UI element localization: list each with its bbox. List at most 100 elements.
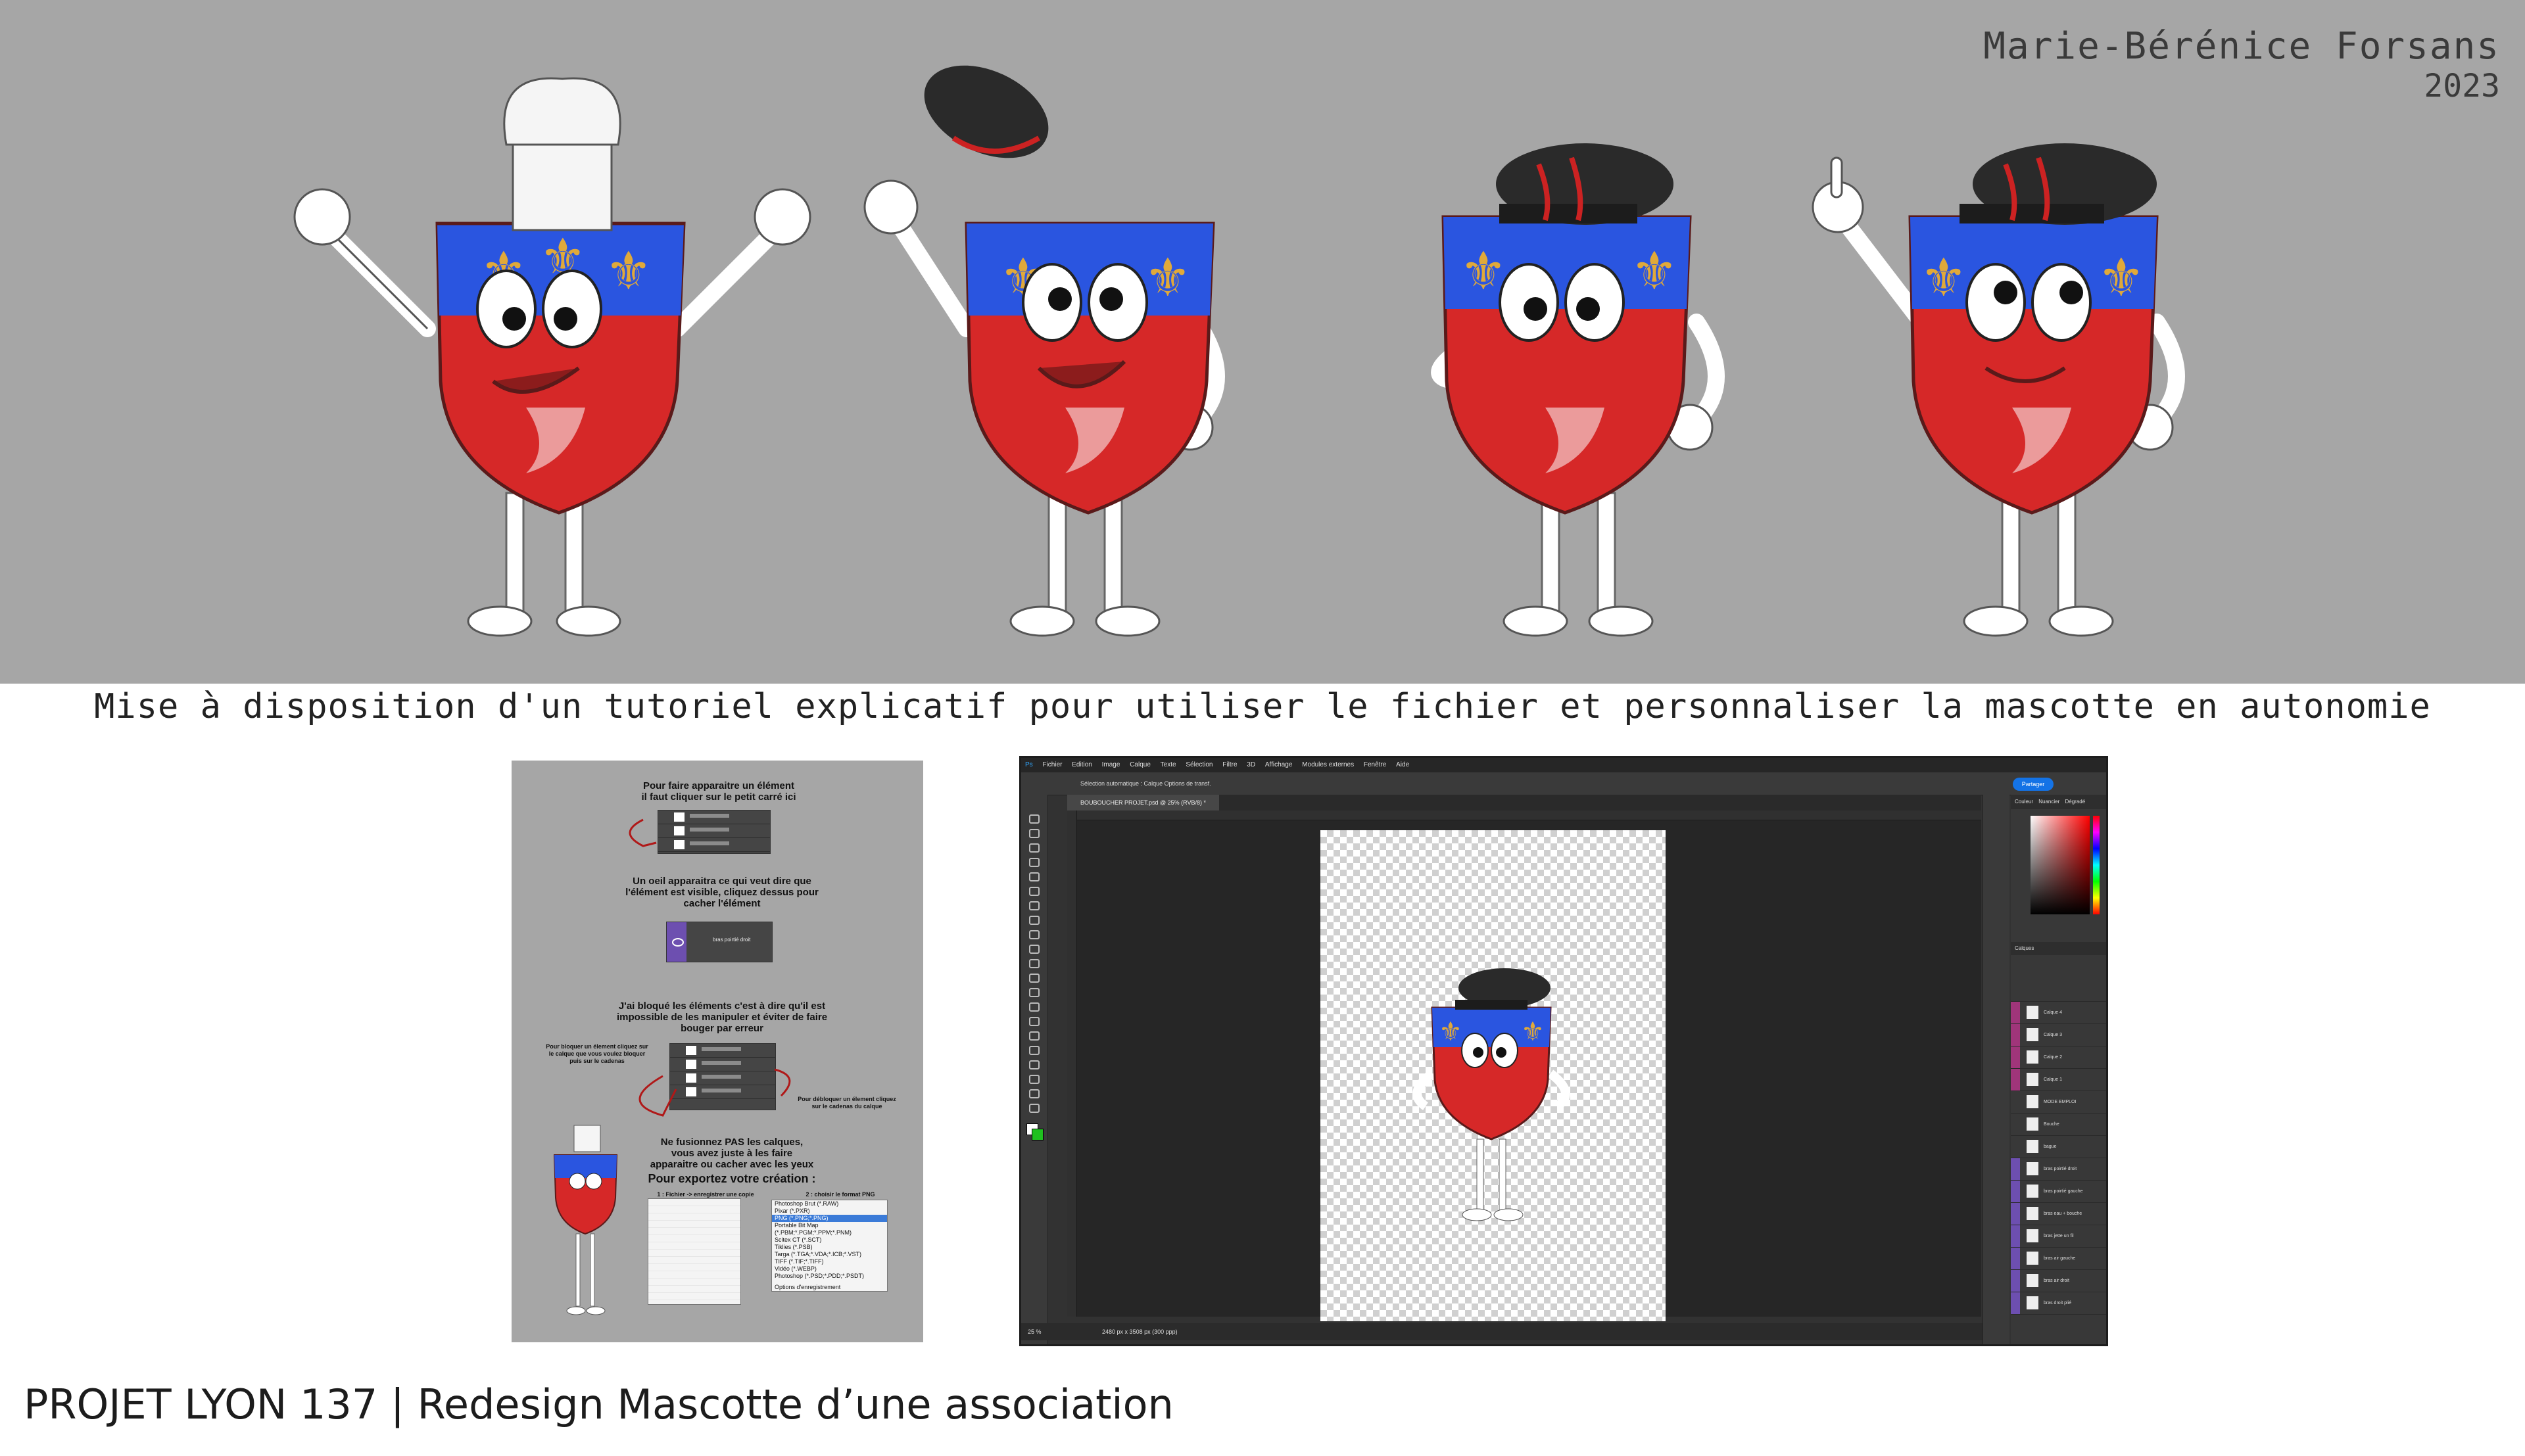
layer-row[interactable]: bras poirtié droit bbox=[2011, 1158, 2106, 1181]
layer-thumbnail bbox=[2027, 1117, 2038, 1131]
menu-image[interactable]: Image bbox=[1098, 761, 1124, 768]
color-panel-tabs: Couleur Nuancier Dégradé bbox=[2011, 795, 2106, 809]
layer-thumbnail bbox=[2027, 1252, 2038, 1265]
ps-panel-icon-strip bbox=[1983, 795, 2009, 1344]
shape-tool-icon[interactable] bbox=[1029, 1075, 1040, 1084]
layer-row[interactable]: bras eau + bouche bbox=[2011, 1203, 2106, 1225]
frame-tool-icon[interactable] bbox=[1029, 887, 1040, 896]
menu-view[interactable]: Affichage bbox=[1261, 761, 1297, 768]
tuto-no-merge-text: Ne fusionnez PAS les calques, vous avez … bbox=[650, 1137, 814, 1170]
hue-slider[interactable] bbox=[2093, 816, 2100, 914]
layer-thumbnail bbox=[2027, 1229, 2038, 1242]
layer-name: bras droit plié bbox=[2044, 1301, 2072, 1305]
gradient-tool-icon[interactable] bbox=[1029, 988, 1040, 997]
mascot-pose-beret-toss: ⚜ ⚜ bbox=[863, 65, 1225, 637]
layer-row[interactable]: bras air droit bbox=[2011, 1270, 2106, 1292]
heal-tool-icon[interactable] bbox=[1029, 916, 1040, 925]
document-tab[interactable]: BOUBOUCHER PROJET.psd @ 25% (RVB/8) * bbox=[1067, 795, 1220, 810]
layer-row[interactable]: MODE EMPLOI bbox=[2011, 1091, 2106, 1114]
ps-document-tabs: BOUBOUCHER PROJET.psd @ 25% (RVB/8) * bbox=[1067, 795, 1981, 810]
menu-3d[interactable]: 3D bbox=[1243, 761, 1259, 768]
hand-tool-icon[interactable] bbox=[1029, 1089, 1040, 1098]
type-tool-icon[interactable] bbox=[1029, 1046, 1040, 1055]
menu-edit[interactable]: Edition bbox=[1068, 761, 1096, 768]
ps-document-canvas[interactable]: ⚜ ⚜ bbox=[1320, 830, 1666, 1321]
dodge-tool-icon[interactable] bbox=[1029, 1017, 1040, 1026]
select-tool-icon[interactable] bbox=[1029, 858, 1040, 867]
tab-gradients[interactable]: Dégradé bbox=[2065, 799, 2086, 805]
brush-tool-icon[interactable] bbox=[1029, 930, 1040, 939]
menu-window[interactable]: Fenêtre bbox=[1360, 761, 1390, 768]
layers-panel-title: Calques bbox=[2011, 942, 2106, 955]
color-field[interactable] bbox=[2031, 816, 2090, 914]
path-select-icon[interactable] bbox=[1029, 1060, 1040, 1069]
menu-help[interactable]: Aide bbox=[1392, 761, 1413, 768]
layer-row[interactable]: Bouche bbox=[2011, 1114, 2106, 1136]
layer-row[interactable]: Calque 4 bbox=[2011, 1002, 2106, 1024]
layer-row[interactable]: Calque 1 bbox=[2011, 1069, 2106, 1091]
pen-tool-icon[interactable] bbox=[1029, 1031, 1040, 1041]
menu-layer[interactable]: Calque bbox=[1126, 761, 1155, 768]
layer-name: bague bbox=[2044, 1144, 2057, 1149]
marquee-tool-icon[interactable] bbox=[1029, 829, 1040, 838]
share-button[interactable]: Partager bbox=[2013, 778, 2054, 791]
layer-thumbnail bbox=[2027, 1274, 2038, 1287]
layer-color-tag bbox=[2011, 1225, 2020, 1247]
tab-swatches[interactable]: Nuancier bbox=[2038, 799, 2059, 805]
svg-text:⚜: ⚜ bbox=[2098, 248, 2145, 307]
layer-color-tag bbox=[2011, 1024, 2020, 1046]
layer-row[interactable]: bras droit plié bbox=[2011, 1292, 2106, 1315]
lasso-tool-icon[interactable] bbox=[1029, 843, 1040, 853]
layer-name: Bouche bbox=[2044, 1122, 2059, 1127]
layer-thumbnail bbox=[2027, 1140, 2038, 1153]
format-option: Photoshop Brut (*.RAW) bbox=[775, 1200, 839, 1207]
tuto-export-title: Pour exportez votre création : bbox=[648, 1172, 816, 1185]
move-tool-icon[interactable] bbox=[1029, 814, 1040, 824]
format-dropdown: Photoshop Brut (*.RAW) Pixar (*.PXR) PNG… bbox=[771, 1200, 888, 1292]
format-option: Targa (*.TGA;*.VDA;*.ICB;*.VST) bbox=[775, 1251, 862, 1257]
format-option: Vidéo (*.WEBP) bbox=[775, 1265, 817, 1272]
document-info: 2480 px x 3508 px (300 ppp) bbox=[1102, 1328, 1178, 1335]
layer-color-tag bbox=[2011, 1181, 2020, 1202]
history-brush-icon[interactable] bbox=[1029, 959, 1040, 968]
background-color-swatch[interactable] bbox=[1032, 1129, 1044, 1140]
layer-color-tag bbox=[2011, 1248, 2020, 1269]
menu-select[interactable]: Sélection bbox=[1182, 761, 1216, 768]
project-title: PROJET LYON 137 | Redesign Mascotte d’un… bbox=[24, 1380, 1174, 1428]
layer-row[interactable]: bras jette un fil bbox=[2011, 1225, 2106, 1248]
eraser-tool-icon[interactable] bbox=[1029, 974, 1040, 983]
svg-text:⚜: ⚜ bbox=[1521, 1018, 1545, 1046]
mascot-thumbnail bbox=[553, 1125, 618, 1315]
layer-name: bras poirtié droit bbox=[2044, 1167, 2077, 1171]
svg-text:⚜: ⚜ bbox=[1439, 1018, 1462, 1046]
layers-panel: Calques Calque 4 Calque 3 Calque 2 Calque 1… bbox=[2011, 942, 2106, 1336]
eyedropper-tool-icon[interactable] bbox=[1029, 901, 1040, 910]
layer-row[interactable]: bras air gauche bbox=[2011, 1248, 2106, 1270]
format-option: Scitex CT (*.SCT) bbox=[775, 1236, 822, 1243]
layer-row[interactable]: bras poirtié gauche bbox=[2011, 1181, 2106, 1203]
layer-name: Calque 2 bbox=[2044, 1055, 2063, 1060]
tab-color[interactable]: Couleur bbox=[2015, 799, 2033, 805]
menu-type[interactable]: Texte bbox=[1157, 761, 1180, 768]
format-option: Portable Bit Map (*.PBM;*.PGM;*.PPM;*.PN… bbox=[775, 1222, 852, 1236]
zoom-tool-icon[interactable] bbox=[1029, 1104, 1040, 1113]
stamp-tool-icon[interactable] bbox=[1029, 945, 1040, 954]
layer-thumbnail bbox=[2027, 1185, 2038, 1198]
menu-filter[interactable]: Filtre bbox=[1218, 761, 1241, 768]
layer-row[interactable]: Calque 2 bbox=[2011, 1046, 2106, 1069]
layer-row[interactable]: bague bbox=[2011, 1136, 2106, 1158]
layer-color-tag bbox=[2011, 1114, 2020, 1135]
ps-status-bar: 25 % 2480 px x 3508 px (300 ppp) bbox=[1021, 1323, 1984, 1340]
format-option: Tiklies (*.PSB) bbox=[775, 1244, 813, 1250]
crop-tool-icon[interactable] bbox=[1029, 872, 1040, 881]
menu-plugins[interactable]: Modules externes bbox=[1298, 761, 1358, 768]
ps-logo-icon: Ps bbox=[1025, 761, 1033, 768]
layer-row[interactable]: Calque 3 bbox=[2011, 1024, 2106, 1046]
mascot-pose-drinking: ⚜ ⚜ bbox=[1431, 143, 1725, 637]
layer-thumbnail bbox=[2027, 1073, 2038, 1086]
options-text[interactable]: Sélection automatique : Calque Options d… bbox=[1080, 780, 1211, 787]
menu-file[interactable]: Fichier bbox=[1038, 761, 1066, 768]
layer-name: bras air gauche bbox=[2044, 1256, 2076, 1261]
blur-tool-icon[interactable] bbox=[1029, 1002, 1040, 1012]
layer-thumbnail bbox=[2027, 1207, 2038, 1220]
